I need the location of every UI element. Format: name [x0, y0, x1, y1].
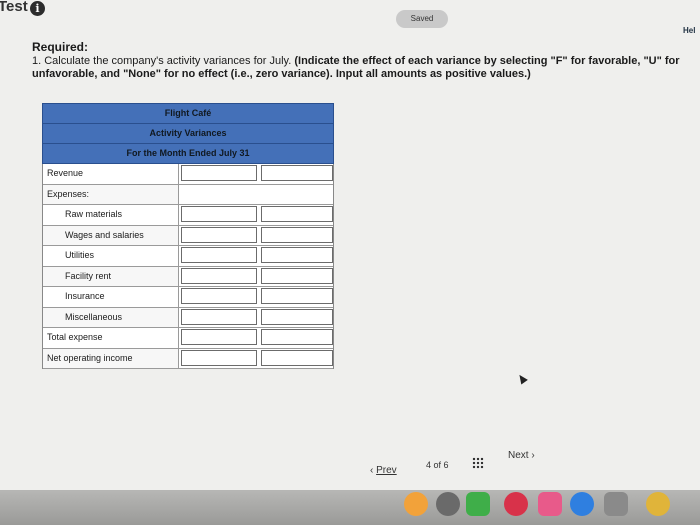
help-link[interactable]: Hel	[683, 26, 695, 35]
dock-app-icon[interactable]	[436, 492, 460, 516]
instructions-main: 1. Calculate the company's activity vari…	[32, 55, 292, 67]
next-button[interactable]: Next ›	[508, 450, 535, 461]
table-row: Raw materials	[43, 205, 333, 226]
dock-app-icon[interactable]	[604, 492, 628, 516]
row-label: Expenses:	[43, 184, 179, 204]
table-row: Wages and salaries	[43, 225, 333, 246]
report-period: For the Month Ended July 31	[126, 148, 250, 158]
variance-amount-input[interactable]	[181, 329, 257, 345]
instructions: Required: 1. Calculate the company's act…	[32, 40, 682, 81]
grid-icon[interactable]	[472, 457, 484, 469]
table-row: Expenses:	[43, 184, 333, 205]
variance-effect-select[interactable]	[261, 308, 333, 325]
row-label: Insurance	[43, 287, 179, 307]
row-label: Net operating income	[43, 348, 179, 368]
prev-button[interactable]: ‹ Prev	[370, 465, 397, 476]
table-row: Facility rent	[43, 266, 333, 287]
variance-amount-input[interactable]	[181, 288, 257, 304]
variance-effect-select[interactable]	[261, 288, 333, 304]
dock-app-icon[interactable]	[646, 492, 670, 516]
dock-app-icon[interactable]	[466, 492, 490, 516]
variance-effect-select[interactable]	[261, 226, 333, 243]
row-label: Revenue	[43, 164, 179, 184]
pagination: ‹ Prev 4 of 6 Next ›	[362, 450, 562, 476]
variance-amount-input[interactable]	[181, 247, 257, 263]
variance-amount-input[interactable]	[181, 226, 257, 243]
row-label: Facility rent	[43, 266, 179, 286]
top-bar: Test i Saved Hel	[0, 0, 700, 35]
variance-effect-select[interactable]	[261, 267, 333, 284]
table-row: Insurance	[43, 287, 333, 308]
variance-amount-input[interactable]	[181, 206, 257, 222]
variance-amount-input[interactable]	[181, 267, 257, 284]
dock-app-icon[interactable]	[404, 492, 428, 516]
dock	[0, 490, 700, 525]
info-icon[interactable]: i	[30, 1, 45, 16]
dock-app-icon[interactable]	[504, 492, 528, 516]
report-company: Flight Café	[43, 104, 333, 124]
page: Test i Saved Hel Required: 1. Calculate …	[0, 0, 700, 490]
instructions-text: 1. Calculate the company's activity vari…	[32, 55, 682, 81]
table-row: Revenue	[43, 164, 333, 185]
variance-effect-select[interactable]	[261, 165, 333, 181]
variance-effect-select[interactable]	[261, 329, 333, 345]
table-row: Total expense	[43, 328, 333, 349]
variance-effect-select[interactable]	[261, 206, 333, 222]
row-label: Miscellaneous	[43, 307, 179, 327]
table-row: Miscellaneous	[43, 307, 333, 328]
row-label: Raw materials	[43, 205, 179, 225]
row-label: Wages and salaries	[43, 225, 179, 245]
report-title: Activity Variances	[43, 124, 333, 144]
variance-effect-select[interactable]	[261, 247, 333, 263]
variance-amount-input[interactable]	[181, 349, 257, 366]
row-label: Total expense	[43, 328, 179, 348]
saved-status-badge: Saved	[396, 10, 448, 28]
variance-amount-input[interactable]	[181, 165, 257, 181]
dock-app-icon[interactable]	[570, 492, 594, 516]
report-header: Flight Café Activity Variances For the M…	[42, 103, 334, 164]
variance-effect-select[interactable]	[261, 349, 333, 366]
table-row: Utilities	[43, 246, 333, 267]
variance-amount-input[interactable]	[181, 308, 257, 325]
page-indicator: 4 of 6	[426, 460, 449, 470]
table-row: Net operating income	[43, 348, 333, 369]
required-heading: Required:	[32, 40, 89, 54]
dock-app-icon[interactable]	[538, 492, 562, 516]
activity-variances-table: Flight Café Activity Variances For the M…	[42, 103, 334, 369]
row-label: Utilities	[43, 246, 179, 266]
report-rows: Revenue Expenses: Raw materials Wages and s…	[42, 164, 334, 369]
mouse-cursor-icon	[516, 372, 528, 385]
test-title: Test	[0, 0, 28, 15]
